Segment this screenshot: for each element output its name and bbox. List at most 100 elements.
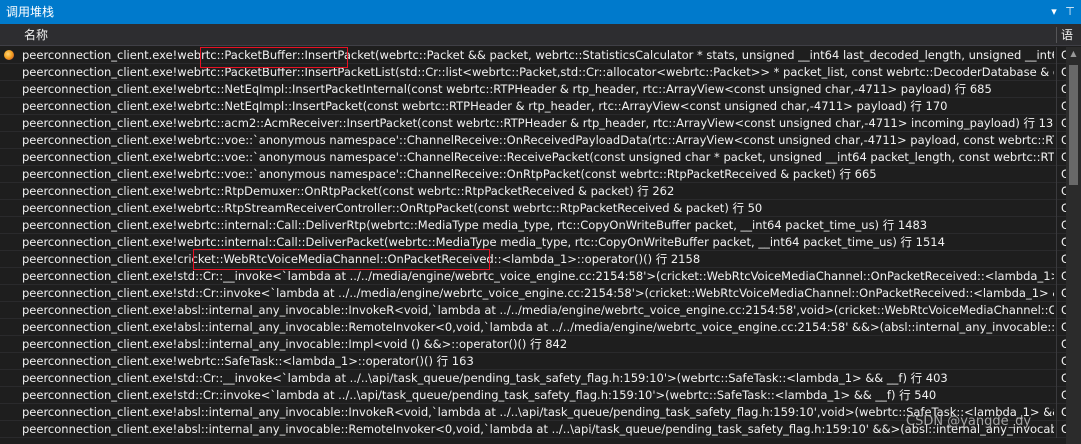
cell-divider bbox=[1056, 285, 1057, 302]
call-stack-list: peerconnection_client.exe!webrtc::Packet… bbox=[0, 47, 1066, 444]
table-row[interactable]: peerconnection_client.exe!absl::internal… bbox=[0, 319, 1066, 336]
cell-divider bbox=[1056, 421, 1057, 438]
row-gutter bbox=[0, 285, 18, 301]
table-row[interactable]: peerconnection_client.exe!std::Cr::__inv… bbox=[0, 268, 1066, 285]
frame-name: peerconnection_client.exe!std::Cr::invok… bbox=[22, 388, 937, 402]
table-row[interactable]: peerconnection_client.exe!absl::internal… bbox=[0, 336, 1066, 353]
row-gutter bbox=[0, 234, 18, 250]
frame-name: peerconnection_client.exe!absl::internal… bbox=[22, 303, 1054, 317]
row-gutter bbox=[0, 336, 18, 352]
cell-divider bbox=[1056, 200, 1057, 217]
frame-name: peerconnection_client.exe!cricket::WebRt… bbox=[22, 252, 701, 266]
table-row[interactable]: peerconnection_client.exe!webrtc::NetEqI… bbox=[0, 81, 1066, 98]
row-gutter bbox=[0, 302, 18, 318]
cell-divider bbox=[1056, 302, 1057, 319]
row-gutter bbox=[0, 64, 18, 80]
watermark: CSDN @yangde_dy bbox=[906, 414, 1032, 429]
frame-name: peerconnection_client.exe!webrtc::intern… bbox=[22, 218, 928, 232]
cell-divider bbox=[1056, 98, 1057, 115]
row-gutter bbox=[0, 98, 18, 114]
cell-divider bbox=[1056, 81, 1057, 98]
row-gutter bbox=[0, 149, 18, 165]
table-row[interactable]: peerconnection_client.exe!webrtc::RtpDem… bbox=[0, 183, 1066, 200]
frame-name: peerconnection_client.exe!webrtc::Packet… bbox=[22, 48, 1054, 62]
cell-divider bbox=[1056, 132, 1057, 149]
scroll-up-icon[interactable]: ▲ bbox=[1066, 47, 1081, 61]
frame-name: peerconnection_client.exe!webrtc::SafeTa… bbox=[22, 354, 474, 368]
frame-name: peerconnection_client.exe!webrtc::NetEqI… bbox=[22, 82, 992, 96]
cell-divider bbox=[1056, 387, 1057, 404]
cell-divider bbox=[1056, 149, 1057, 166]
frame-name: peerconnection_client.exe!std::Cr::invok… bbox=[22, 286, 1054, 300]
pin-icon[interactable]: ⊤ bbox=[1063, 0, 1077, 24]
frame-name: peerconnection_client.exe!std::Cr::__inv… bbox=[22, 269, 1054, 283]
row-gutter bbox=[0, 404, 18, 420]
table-row[interactable]: peerconnection_client.exe!webrtc::intern… bbox=[0, 234, 1066, 251]
cell-divider bbox=[1056, 166, 1057, 183]
cell-divider bbox=[1056, 64, 1057, 81]
table-row[interactable]: peerconnection_client.exe!webrtc::voe::`… bbox=[0, 149, 1066, 166]
table-row[interactable]: peerconnection_client.exe!webrtc::Packet… bbox=[0, 47, 1066, 64]
table-row[interactable]: peerconnection_client.exe!webrtc::acm2::… bbox=[0, 115, 1066, 132]
row-gutter bbox=[0, 353, 18, 369]
table-row[interactable]: peerconnection_client.exe!std::Cr::invok… bbox=[0, 387, 1066, 404]
table-row[interactable]: peerconnection_client.exe!webrtc::Packet… bbox=[0, 64, 1066, 81]
row-gutter bbox=[0, 166, 18, 182]
cell-divider bbox=[1056, 183, 1057, 200]
cell-divider bbox=[1056, 268, 1057, 285]
cell-divider bbox=[1056, 217, 1057, 234]
column-header: 名称 语言 bbox=[0, 24, 1081, 64]
row-gutter bbox=[0, 421, 18, 437]
vertical-scrollbar[interactable]: ▲ bbox=[1066, 47, 1081, 444]
row-gutter bbox=[0, 115, 18, 131]
table-row[interactable]: peerconnection_client.exe!webrtc::NetEqI… bbox=[0, 98, 1066, 115]
cell-divider bbox=[1056, 353, 1057, 370]
cell-divider bbox=[1056, 251, 1057, 268]
cell-divider bbox=[1056, 370, 1057, 387]
cell-divider bbox=[1056, 234, 1057, 251]
row-gutter bbox=[0, 81, 18, 97]
row-gutter bbox=[0, 47, 18, 63]
table-row[interactable]: peerconnection_client.exe!std::Cr::__inv… bbox=[0, 370, 1066, 387]
frame-name: peerconnection_client.exe!absl::internal… bbox=[22, 320, 1054, 334]
current-frame-icon bbox=[4, 50, 14, 60]
frame-name: peerconnection_client.exe!absl::internal… bbox=[22, 422, 1054, 436]
table-row[interactable]: peerconnection_client.exe!webrtc::voe::`… bbox=[0, 132, 1066, 149]
cell-divider bbox=[1056, 404, 1057, 421]
scroll-thumb[interactable] bbox=[1069, 65, 1078, 185]
table-row[interactable]: peerconnection_client.exe!cricket::WebRt… bbox=[0, 251, 1066, 268]
row-gutter bbox=[0, 251, 18, 267]
row-gutter bbox=[0, 183, 18, 199]
row-gutter bbox=[0, 200, 18, 216]
frame-name: peerconnection_client.exe!absl::internal… bbox=[22, 337, 568, 351]
frame-name: peerconnection_client.exe!webrtc::acm2::… bbox=[22, 116, 1054, 130]
frame-name: peerconnection_client.exe!absl::internal… bbox=[22, 405, 1054, 419]
cell-divider bbox=[1056, 47, 1057, 64]
frame-name: peerconnection_client.exe!webrtc::Packet… bbox=[22, 65, 1054, 79]
call-stack-window: 调用堆栈 ▾ ⊤ 名称 语言 peerconnection_client.exe… bbox=[0, 0, 1081, 444]
cell-divider bbox=[1056, 319, 1057, 336]
table-row[interactable]: peerconnection_client.exe!absl::internal… bbox=[0, 302, 1066, 319]
column-header-name[interactable]: 名称 bbox=[24, 24, 48, 46]
row-gutter bbox=[0, 268, 18, 284]
row-gutter bbox=[0, 319, 18, 335]
table-row[interactable]: peerconnection_client.exe!std::Cr::invok… bbox=[0, 285, 1066, 302]
table-row[interactable]: peerconnection_client.exe!webrtc::voe::`… bbox=[0, 166, 1066, 183]
table-row[interactable]: peerconnection_client.exe!webrtc::intern… bbox=[0, 217, 1066, 234]
frame-name: peerconnection_client.exe!std::Cr::__inv… bbox=[22, 371, 948, 385]
window-title: 调用堆栈 bbox=[6, 5, 55, 19]
row-gutter bbox=[0, 217, 18, 233]
row-gutter bbox=[0, 387, 18, 403]
column-divider[interactable] bbox=[1056, 27, 1057, 43]
frame-name: peerconnection_client.exe!webrtc::RtpStr… bbox=[22, 201, 763, 215]
frame-name: peerconnection_client.exe!webrtc::voe::`… bbox=[22, 133, 1054, 147]
row-gutter bbox=[0, 370, 18, 386]
frame-name: peerconnection_client.exe!webrtc::NetEqI… bbox=[22, 99, 948, 113]
chevron-down-icon[interactable]: ▾ bbox=[1047, 0, 1061, 24]
cell-divider bbox=[1056, 115, 1057, 132]
table-row[interactable]: peerconnection_client.exe!webrtc::RtpStr… bbox=[0, 200, 1066, 217]
row-gutter bbox=[0, 132, 18, 148]
call-stack-titlebar[interactable]: 调用堆栈 ▾ ⊤ bbox=[0, 0, 1081, 24]
table-row[interactable]: peerconnection_client.exe!webrtc::SafeTa… bbox=[0, 353, 1066, 370]
frame-name: peerconnection_client.exe!webrtc::voe::`… bbox=[22, 167, 877, 181]
